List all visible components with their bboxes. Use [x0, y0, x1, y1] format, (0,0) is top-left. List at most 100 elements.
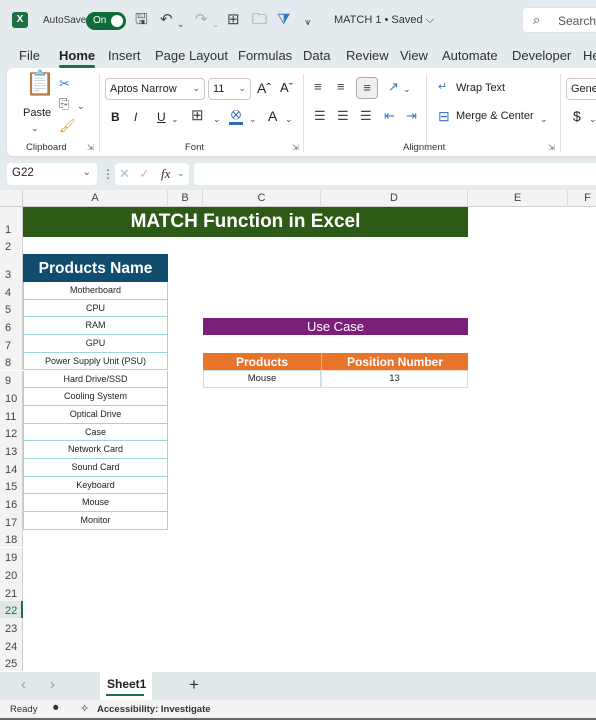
row-header-19[interactable]: 19 [0, 547, 23, 566]
product-cell[interactable]: Motherboard [23, 282, 168, 300]
align-right-icon[interactable]: ☰ [360, 108, 372, 124]
fx-dropdown-icon[interactable]: ⌄ [177, 168, 185, 179]
currency-button[interactable]: $ [573, 108, 581, 124]
next-sheet-button[interactable]: › [50, 676, 55, 693]
row-header-15[interactable]: 15 [0, 476, 23, 495]
filter-icon[interactable]: ⧩ [277, 11, 290, 29]
alignment-launcher-icon[interactable]: ⇲ [548, 143, 555, 152]
row-header-10[interactable]: 10 [0, 388, 23, 406]
tab-insert[interactable]: Insert [108, 48, 141, 63]
product-cell[interactable]: RAM [23, 317, 168, 336]
font-color-dropdown-icon[interactable]: ⌄ [285, 111, 293, 127]
product-cell[interactable]: Monitor [23, 512, 168, 530]
row-header-17[interactable]: 17 [0, 512, 23, 530]
redo-icon[interactable]: ↷ [195, 11, 208, 29]
borders-dropdown-icon[interactable]: ⌄ [213, 111, 221, 127]
use-case-position-value[interactable]: 13 [321, 370, 468, 388]
wrap-text-button[interactable]: Wrap Text [456, 82, 505, 94]
fill-color-dropdown-icon[interactable]: ⌄ [249, 111, 257, 127]
underline-button[interactable]: U [157, 110, 166, 124]
tab-formulas[interactable]: Formulas [238, 48, 292, 63]
decrease-font-icon[interactable]: Aˇ [280, 80, 293, 95]
align-top-icon[interactable]: ≡ [314, 79, 322, 95]
row-header-14[interactable]: 14 [0, 459, 23, 477]
use-case-position-header[interactable]: Position Number [321, 353, 468, 370]
macro-record-icon[interactable]: ⏺ [53, 702, 59, 715]
copy-icon[interactable]: ⎘ [59, 96, 69, 112]
use-case-products-header[interactable]: Products [203, 353, 321, 370]
row-header-13[interactable]: 13 [0, 441, 23, 459]
tab-automate[interactable]: Automate [442, 48, 498, 63]
tab-page-layout[interactable]: Page Layout [155, 48, 228, 63]
row-header-20[interactable]: 20 [0, 565, 23, 583]
font-launcher-icon[interactable]: ⇲ [292, 143, 299, 152]
select-all-button[interactable] [0, 190, 23, 207]
formula-input[interactable] [194, 163, 596, 185]
currency-dropdown-icon[interactable]: ⌄ [589, 111, 596, 127]
sheet-title[interactable]: MATCH Function in Excel [23, 207, 468, 237]
row-header-5[interactable]: 5 [0, 299, 23, 318]
row-header-16[interactable]: 16 [0, 494, 23, 513]
more-options-icon[interactable]: ⋮ [102, 167, 114, 181]
row-header-8[interactable]: 8 [0, 352, 23, 371]
column-header-c[interactable]: C [203, 190, 321, 207]
row-header-9[interactable]: 9 [0, 370, 23, 389]
row-header-25[interactable]: 25 [0, 653, 23, 672]
search-box[interactable]: ⌕ Search [522, 7, 596, 33]
paste-dropdown-icon[interactable]: ⌄ [31, 120, 39, 136]
tab-data[interactable]: Data [303, 48, 330, 63]
row-header-7[interactable]: 7 [0, 335, 23, 353]
use-case-title[interactable]: Use Case [203, 318, 468, 335]
decrease-indent-icon[interactable]: ⇤ [384, 108, 395, 124]
redo-dropdown-icon[interactable]: ⌄ [212, 15, 220, 33]
previous-sheet-button[interactable]: ‹ [21, 676, 26, 693]
row-header-12[interactable]: 12 [0, 423, 23, 442]
row-header-18[interactable]: 18 [0, 529, 23, 548]
accessibility-status[interactable]: Accessibility: Investigate [97, 704, 211, 715]
font-size-dropdown[interactable]: 11 ⌄ [208, 78, 251, 100]
product-cell[interactable]: GPU [23, 335, 168, 353]
borders-icon[interactable]: ⊞ [191, 108, 204, 124]
use-case-product-value[interactable]: Mouse [203, 370, 321, 388]
borders-icon[interactable]: ⊞ [227, 11, 240, 29]
save-icon[interactable]: 🖫 [135, 11, 148, 29]
product-cell[interactable]: Power Supply Unit (PSU) [23, 352, 168, 371]
align-bottom-icon[interactable]: ≡ [356, 77, 378, 99]
font-color-button[interactable]: A [268, 108, 277, 124]
customize-qat-icon[interactable]: ⩛ [305, 14, 311, 32]
tab-home[interactable]: Home [59, 48, 96, 68]
tab-review[interactable]: Review [346, 48, 389, 63]
row-header-23[interactable]: 23 [0, 618, 23, 636]
tab-developer[interactable]: Developer [512, 48, 571, 63]
font-name-dropdown[interactable]: Aptos Narrow ⌄ [105, 78, 205, 100]
clipboard-launcher-icon[interactable]: ⇲ [87, 143, 94, 152]
product-cell[interactable]: Hard Drive/SSD [23, 370, 168, 389]
row-header-2[interactable]: 2 [0, 237, 23, 254]
merge-center-icon[interactable]: ⊟ [438, 108, 450, 124]
insert-function-button[interactable]: fx [161, 166, 170, 182]
row-header-3[interactable]: 3 [0, 254, 23, 282]
increase-font-icon[interactable]: Aˆ [257, 80, 271, 96]
row-header-21[interactable]: 21 [0, 582, 23, 601]
align-left-icon[interactable]: ☰ [314, 108, 326, 124]
number-format-dropdown[interactable]: Gener [566, 78, 596, 100]
product-cell[interactable]: Network Card [23, 441, 168, 459]
product-cell[interactable]: CPU [23, 299, 168, 318]
merge-center-button[interactable]: Merge & Center [456, 110, 534, 122]
tab-file[interactable]: File [19, 48, 40, 63]
enter-icon[interactable]: ✓ [139, 166, 150, 182]
column-header-b[interactable]: B [168, 190, 203, 207]
format-painter-icon[interactable]: 🖌 [59, 118, 76, 134]
open-icon[interactable]: 🗀 [252, 11, 267, 29]
products-header[interactable]: Products Name [23, 254, 168, 282]
cancel-icon[interactable]: ✕ [119, 166, 130, 182]
orientation-icon[interactable]: ↗ [388, 79, 399, 95]
row-header-4[interactable]: 4 [0, 282, 23, 300]
product-cell[interactable]: Cooling System [23, 388, 168, 406]
row-header-1[interactable]: 1 [0, 207, 23, 237]
row-header-22[interactable]: 22 [0, 600, 23, 619]
orientation-dropdown-icon[interactable]: ⌄ [403, 81, 411, 97]
undo-dropdown-icon[interactable]: ⌄ [177, 15, 185, 33]
copy-dropdown-icon[interactable]: ⌄ [77, 98, 85, 114]
fill-color-icon[interactable]: ⭙ [229, 107, 243, 125]
